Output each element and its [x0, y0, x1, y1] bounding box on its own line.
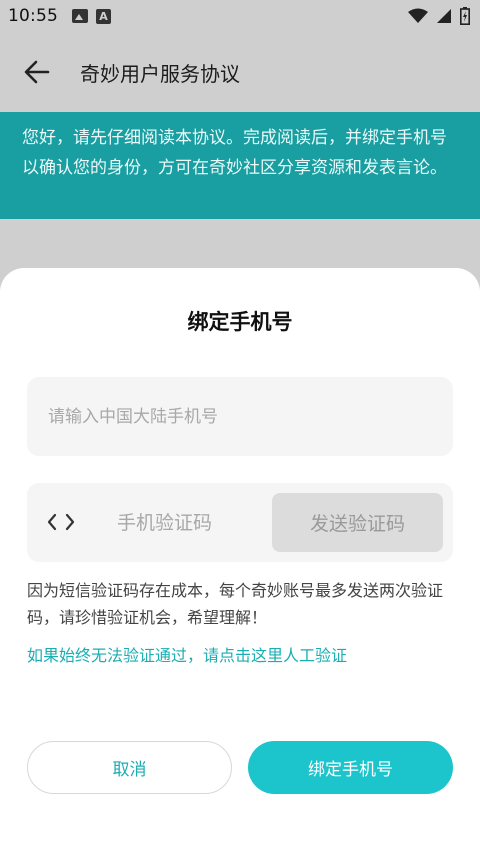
status-bar: 10:55 A — [0, 0, 480, 32]
verification-code-input[interactable] — [117, 507, 267, 539]
bind-phone-dialog: 绑定手机号 发送验证码 因为短信验证码存在成本，每个奇妙账号最多发送两次验证码，… — [0, 268, 480, 853]
manual-verify-link[interactable]: 如果始终无法验证通过，请点击这里人工验证 — [27, 642, 457, 666]
bind-phone-button[interactable]: 绑定手机号 — [248, 741, 453, 794]
phone-input[interactable] — [48, 406, 428, 427]
phone-field-container — [27, 377, 453, 456]
arrow-left-icon — [24, 60, 50, 84]
image-icon — [72, 9, 88, 23]
agreement-notice: 您好，请先仔细阅读本协议。完成阅读后，并绑定手机号以确认您的身份，方可在奇妙社区… — [0, 112, 480, 219]
back-button[interactable] — [0, 32, 74, 112]
code-brackets-icon — [47, 510, 75, 534]
send-code-button[interactable]: 发送验证码 — [272, 493, 443, 552]
wifi-icon — [408, 8, 428, 23]
text-a-icon: A — [96, 8, 111, 24]
cancel-button[interactable]: 取消 — [27, 741, 232, 794]
battery-charging-icon — [460, 7, 470, 25]
dialog-title: 绑定手机号 — [187, 310, 293, 334]
code-field-container: 发送验证码 — [27, 483, 453, 562]
app-bar: 奇妙用户服务协议 — [0, 32, 480, 112]
page-title: 奇妙用户服务协议 — [80, 61, 240, 86]
sms-limit-tip: 因为短信验证码存在成本，每个奇妙账号最多发送两次验证码，请珍惜验证机会，希望理解… — [27, 581, 444, 627]
signal-icon — [437, 9, 451, 23]
status-time: 10:55 — [8, 6, 58, 26]
